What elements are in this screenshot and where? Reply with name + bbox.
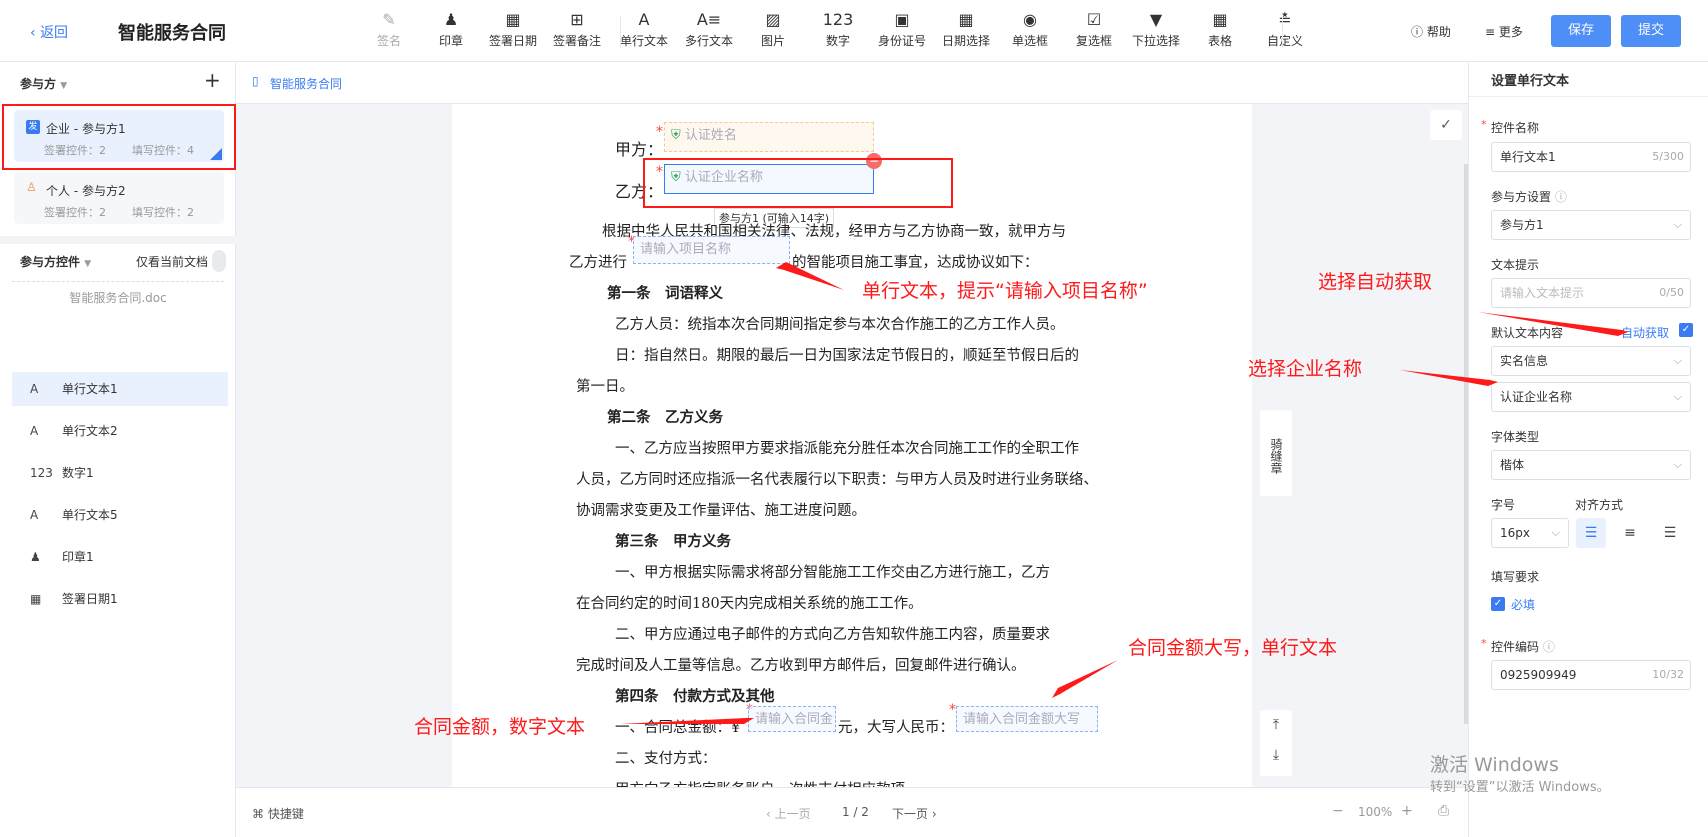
watermark-line2: 转到“设置”以激活 Windows。 [1430,780,1610,795]
watermark-line1: 激活 Windows [1430,754,1559,776]
annotation-text: 合同金额大写，单行文本 [1128,637,1338,659]
annotation-text: 选择自动获取 [1318,271,1433,293]
annotation-text: 单行文本，提示“请输入项目名称” [862,280,1148,302]
annotation-text: 合同金额，数字文本 [414,716,586,738]
annotation-text: 选择企业名称 [1248,358,1363,380]
annotation-arrows [620,262,1628,724]
